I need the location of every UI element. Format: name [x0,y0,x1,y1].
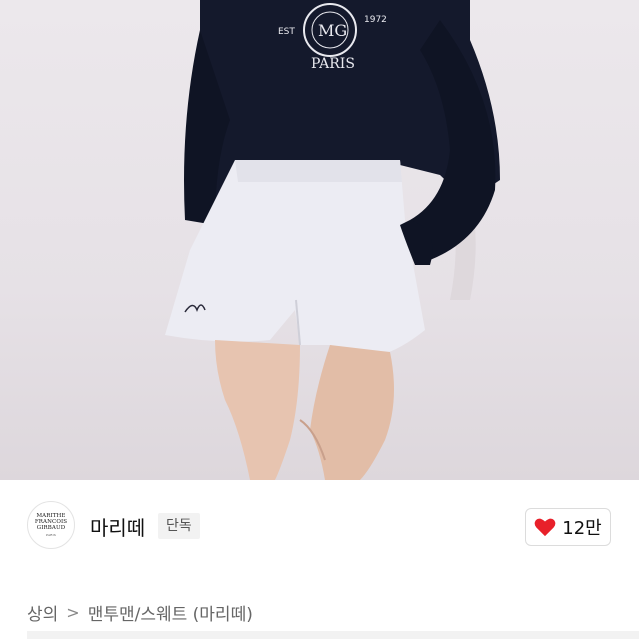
divider-strip [27,631,639,639]
like-count: 12만 [562,518,602,539]
breadcrumb: 상의 > 맨투맨/스웨트 (마리떼) [27,600,253,625]
exclusive-badge: 단독 [158,513,200,539]
like-button[interactable]: 12만 [525,508,611,546]
chevron-right-icon: > [66,603,80,622]
product-photo: MG EST 1972 PARIS [165,0,500,480]
breadcrumb-subcategory[interactable]: 맨투맨/스웨트 (마리떼) [88,600,253,625]
product-image[interactable]: MG EST 1972 PARIS [0,0,639,480]
brand-name[interactable]: 마리떼 [90,512,145,541]
shirt-est-text: EST [278,27,295,37]
heart-icon [534,518,556,537]
brand-logo[interactable]: MARITHE FRANCOIS GIRBAUD PARIS [27,501,75,549]
shirt-city-text: PARIS [311,56,355,72]
brand-logo-text-3: GIRBAUD [36,524,66,531]
brand-logo-sub: PARIS [46,532,56,537]
shirt-year-text: 1972 [364,15,387,25]
shirt-emblem-text: MG [318,21,347,40]
breadcrumb-category[interactable]: 상의 [27,600,58,625]
